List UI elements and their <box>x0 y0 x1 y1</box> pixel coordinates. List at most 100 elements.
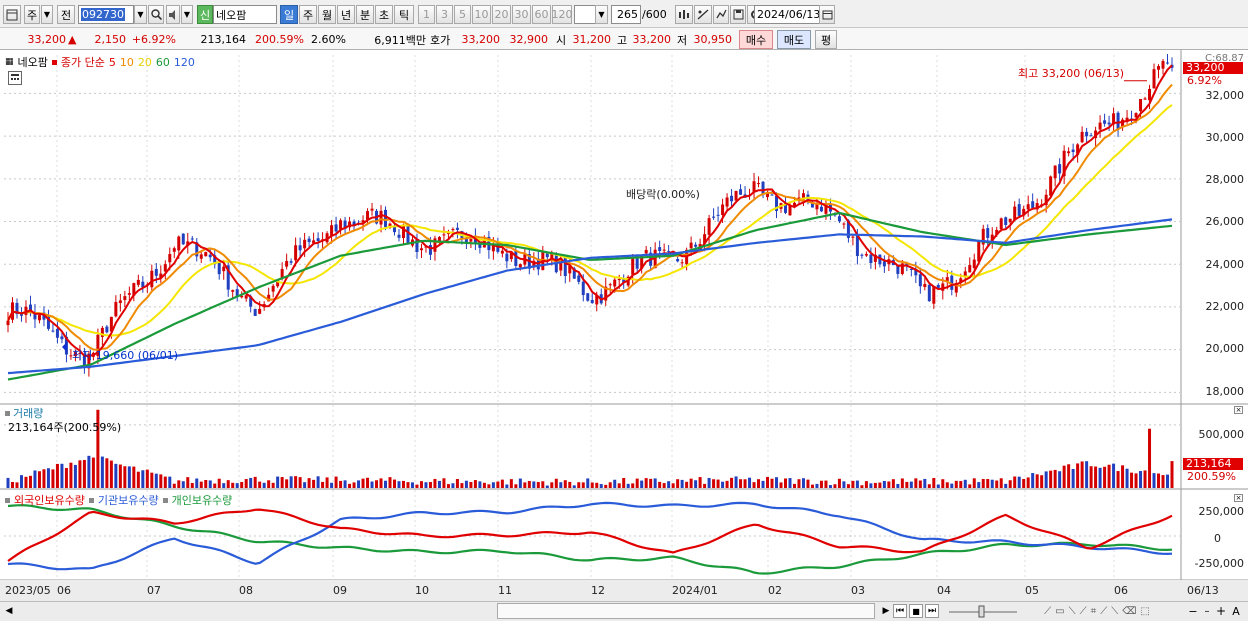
fibo-tool-icon[interactable]: ⟋ <box>1080 606 1087 617</box>
buy-button[interactable]: 매수 <box>739 30 773 49</box>
cycle-tool-icon[interactable]: ⟍ <box>1111 606 1118 617</box>
search-icon[interactable] <box>148 5 164 24</box>
average-button[interactable]: 평 <box>815 30 837 49</box>
volume-bar <box>1098 467 1102 488</box>
volume-bar <box>10 481 14 488</box>
minute-option-120[interactable]: 120 <box>552 5 573 24</box>
scroll-left-icon[interactable]: ◀ <box>3 604 15 618</box>
text-tool-icon[interactable]: ⌗ <box>1091 606 1097 617</box>
volume-bar <box>419 481 423 488</box>
tools-icon[interactable] <box>694 5 712 24</box>
volume-bar <box>1026 477 1030 488</box>
speaker-icon[interactable] <box>166 5 180 24</box>
scroll-thumb[interactable] <box>497 603 875 619</box>
volume-bar <box>743 479 747 488</box>
volume-bar <box>19 475 23 488</box>
holding-y-tick-neg250000: -250,000 <box>1194 557 1244 570</box>
rewind-icon[interactable]: ⏮ <box>893 604 907 618</box>
channel-tool-icon[interactable]: ⟋ <box>1100 606 1107 617</box>
price-change: 2,150 <box>94 33 127 46</box>
volume-bar <box>410 482 414 488</box>
candle-body <box>1157 66 1161 70</box>
calculator-icon[interactable] <box>8 71 22 85</box>
zoom-out-icon[interactable]: − <box>1186 604 1200 618</box>
minus-icon[interactable]: – <box>1200 604 1214 618</box>
volume-bar <box>217 478 221 488</box>
minute-option-30[interactable]: 30 <box>512 5 531 24</box>
code-dropdown-icon[interactable]: ▼ <box>134 5 147 24</box>
trend-tool-icon[interactable]: ⟍ <box>1069 606 1076 617</box>
volume-bar <box>1031 473 1035 488</box>
minute-option-1[interactable]: 1 <box>418 5 435 24</box>
sell-button[interactable]: 매도 <box>777 30 811 49</box>
period-type-button[interactable]: 주 <box>24 5 40 24</box>
candle-body <box>339 220 343 230</box>
volume-bar <box>100 456 104 488</box>
volume-bar <box>190 482 194 488</box>
zoom-slider[interactable] <box>947 604 1019 618</box>
auto-scale-button[interactable]: A <box>1229 604 1243 618</box>
legend-toggle-icon[interactable]: ▦ <box>5 57 14 67</box>
minute-option-5[interactable]: 5 <box>454 5 471 24</box>
volume-bar <box>136 471 140 488</box>
period-day[interactable]: 일 <box>280 5 298 24</box>
calendar-icon[interactable] <box>819 5 835 24</box>
volume-bar <box>312 479 316 488</box>
market-button[interactable]: 전 <box>57 5 75 24</box>
volume-bar <box>779 482 783 488</box>
save-icon[interactable] <box>730 5 746 24</box>
period-tick[interactable]: 틱 <box>394 5 414 24</box>
candle-body <box>617 278 621 281</box>
holding-panel-close-icon[interactable]: × <box>1234 494 1243 502</box>
legend-institution-holding: 기관보유수량 <box>97 494 159 507</box>
scroll-right-icon[interactable]: ▶ <box>880 604 892 618</box>
volume-bar <box>64 467 68 488</box>
fast-forward-icon[interactable]: ⏭ <box>925 604 939 618</box>
indicator-icon[interactable] <box>675 5 693 24</box>
minute-option-20[interactable]: 20 <box>492 5 511 24</box>
quote-price-box: 33,200 ▲ <box>4 31 94 48</box>
minute-option-3[interactable]: 3 <box>436 5 453 24</box>
chart-type-icon[interactable] <box>3 5 21 24</box>
candle-body <box>127 293 131 295</box>
chart-canvas[interactable] <box>0 50 1248 601</box>
period-second[interactable]: 초 <box>375 5 393 24</box>
volume-bar <box>285 479 289 488</box>
period-month[interactable]: 월 <box>318 5 336 24</box>
minute-option-60[interactable]: 60 <box>532 5 551 24</box>
volume-bar <box>676 479 680 488</box>
volume-panel-close-icon[interactable]: × <box>1234 406 1243 414</box>
count-input[interactable]: 265 <box>611 5 641 24</box>
stop-icon[interactable]: ■ <box>909 604 923 618</box>
bid-price: 32,900 <box>509 33 549 46</box>
zoom-in-icon[interactable]: + <box>1214 604 1228 618</box>
drawing-tools[interactable]: ⟋ ▭ ⟍ ⟋ ⌗ ⟋ ⟍ ⌫ ⬚ <box>1022 604 1172 618</box>
select-tool-icon[interactable]: ⬚ <box>1140 606 1149 617</box>
volume-bar <box>536 482 540 488</box>
volume-bar <box>550 482 554 488</box>
volume-bar <box>1103 466 1107 488</box>
volume-bar <box>132 466 136 488</box>
speaker-dropdown-icon[interactable]: ▼ <box>181 5 193 24</box>
low-price: 30,950 <box>693 33 733 46</box>
volume-bar <box>554 478 558 488</box>
period-year[interactable]: 년 <box>337 5 355 24</box>
custom-minute-dropdown-icon[interactable]: ▼ <box>595 5 608 24</box>
candle-body <box>307 238 311 243</box>
erase-tool-icon[interactable]: ⌫ <box>1122 606 1136 617</box>
pattern-icon[interactable] <box>713 5 729 24</box>
stock-name-field[interactable]: 네오팜 <box>213 5 277 24</box>
date-input[interactable]: 2024/06/13 <box>754 5 820 24</box>
minute-option-10[interactable]: 10 <box>472 5 491 24</box>
volume-bar <box>649 478 653 488</box>
period-minute[interactable]: 분 <box>356 5 374 24</box>
candle-body <box>222 266 226 272</box>
period-week[interactable]: 주 <box>299 5 317 24</box>
stock-code-input[interactable]: 092730 <box>78 5 134 24</box>
volume-bar <box>141 470 145 488</box>
volume-bar <box>518 478 522 488</box>
chevron-down-icon[interactable]: ▼ <box>41 5 53 24</box>
volume-bar <box>361 478 365 488</box>
rect-tool-icon[interactable]: ▭ <box>1055 606 1064 617</box>
line-tool-icon[interactable]: ⟋ <box>1044 606 1051 617</box>
